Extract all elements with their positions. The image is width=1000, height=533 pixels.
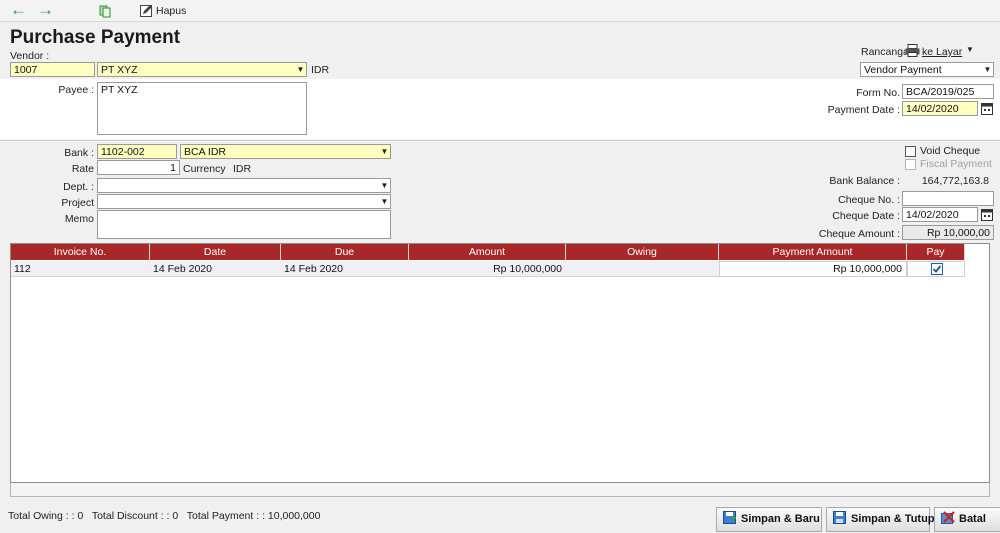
chevron-down-icon[interactable]: ▼ (982, 63, 993, 76)
bank-balance-value: 164,772,163.8 (921, 175, 989, 187)
save-new-button[interactable]: Simpan & Baru (716, 507, 822, 532)
rate-field[interactable]: 1 (97, 160, 180, 175)
fiscal-payment-checkbox (905, 159, 916, 170)
cell-invoice-no: 112 (14, 263, 31, 275)
invoice-grid: Invoice No. Date Due Amount Owing Paymen… (10, 243, 990, 483)
column-header-due[interactable]: Due (281, 244, 409, 260)
form-no-field[interactable]: BCA/2019/025 (902, 84, 994, 99)
back-arrow-icon[interactable]: ← (10, 1, 27, 19)
grid-scrollbar[interactable] (10, 483, 990, 497)
column-header-amount[interactable]: Amount (409, 244, 566, 260)
cheque-amount-label: Cheque Amount : (818, 228, 900, 240)
delete-button[interactable]: Hapus (156, 5, 186, 17)
dept-label: Dept. : (63, 181, 94, 193)
memo-label: Memo (64, 213, 94, 225)
column-header-date[interactable]: Date (150, 244, 281, 260)
column-header-pay[interactable]: Pay (907, 244, 965, 260)
save-icon (833, 510, 847, 524)
cheque-date-label: Cheque Date : (832, 210, 900, 222)
cheque-amount-field: Rp 10,000,00 (902, 225, 994, 240)
column-header-owing[interactable]: Owing (566, 244, 719, 260)
chevron-down-icon[interactable]: ▼ (379, 195, 390, 208)
vendor-name-select[interactable]: PT XYZ ▼ (97, 62, 307, 77)
design-label: Rancanga (861, 46, 909, 58)
save-new-label: Simpan & Baru (741, 513, 820, 525)
chevron-down-icon[interactable]: ▼ (966, 45, 974, 54)
cancel-button[interactable]: Batal (934, 507, 1000, 532)
column-header-payment-amount[interactable]: Payment Amount (719, 244, 907, 260)
payment-date-field[interactable]: 14/02/2020 (902, 101, 978, 116)
cheque-no-label: Cheque No. : (838, 194, 900, 206)
template-value: Vendor Payment (864, 64, 942, 76)
print-destination-button[interactable]: ke Layar (922, 46, 962, 58)
cheque-no-field[interactable] (902, 191, 994, 206)
edit-icon[interactable] (140, 4, 153, 17)
cell-pay (907, 261, 965, 277)
project-select[interactable]: ▼ (97, 194, 391, 209)
payment-date-label: Payment Date : (827, 104, 900, 116)
page-title: Purchase Payment (10, 27, 181, 48)
vendor-currency: IDR (311, 64, 330, 76)
vendor-name-value: PT XYZ (101, 64, 138, 76)
divider (0, 140, 1000, 141)
chevron-down-icon[interactable]: ▼ (295, 63, 306, 76)
bank-balance-label: Bank Balance : (829, 175, 900, 187)
bank-name-value: BCA IDR (184, 146, 227, 158)
form-no-label: Form No. (856, 87, 900, 99)
calendar-icon[interactable] (981, 102, 993, 115)
currency-label: Currency (183, 163, 226, 175)
fiscal-payment-label: Fiscal Payment (920, 158, 992, 170)
chevron-down-icon[interactable]: ▼ (379, 179, 390, 192)
calendar-icon[interactable] (981, 208, 993, 221)
vendor-label: Vendor : (10, 50, 50, 62)
bank-code-field[interactable]: 1102-002 (97, 144, 177, 159)
pay-checkbox[interactable] (931, 263, 943, 275)
printer-icon[interactable] (905, 44, 920, 57)
payee-field[interactable]: PT XYZ (97, 82, 307, 135)
cheque-date-field[interactable]: 14/02/2020 (902, 207, 978, 222)
payee-label: Payee : (58, 84, 94, 96)
bank-label: Bank : (64, 147, 94, 159)
dept-select[interactable]: ▼ (97, 178, 391, 193)
cell-amount: Rp 10,000,000 (493, 263, 562, 275)
cell-due: 14 Feb 2020 (284, 263, 343, 275)
void-cheque-label: Void Cheque (920, 145, 981, 157)
currency-value: IDR (233, 163, 252, 175)
bank-name-select[interactable]: BCA IDR ▼ (180, 144, 391, 159)
template-select[interactable]: Vendor Payment ▼ (860, 62, 994, 77)
save-close-button[interactable]: Simpan & Tutup (826, 507, 935, 532)
save-close-label: Simpan & Tutup (851, 513, 935, 525)
payment-amount-input[interactable]: Rp 10,000,000 (719, 261, 907, 277)
cell-payment-amount: Rp 10,000,000 (833, 263, 902, 275)
void-cheque-checkbox[interactable] (905, 146, 916, 157)
toolbar: ← → Hapus (0, 0, 1000, 22)
totals-summary: Total Owing : : 0 Total Discount : : 0 T… (8, 510, 321, 522)
cancel-icon (941, 510, 955, 524)
save-new-icon (723, 510, 737, 524)
rate-label: Rate (71, 163, 94, 175)
chevron-down-icon[interactable]: ▼ (379, 145, 390, 158)
vendor-code-field[interactable]: 1007 (10, 62, 95, 77)
project-label: Project (61, 197, 94, 209)
copy-icon[interactable] (99, 5, 112, 18)
cell-date: 14 Feb 2020 (153, 263, 212, 275)
cell-owing (566, 262, 716, 277)
column-header-invoice-no[interactable]: Invoice No. (11, 244, 150, 260)
forward-arrow-icon[interactable]: → (37, 1, 54, 19)
cancel-label: Batal (959, 513, 986, 525)
memo-field[interactable] (97, 210, 391, 239)
